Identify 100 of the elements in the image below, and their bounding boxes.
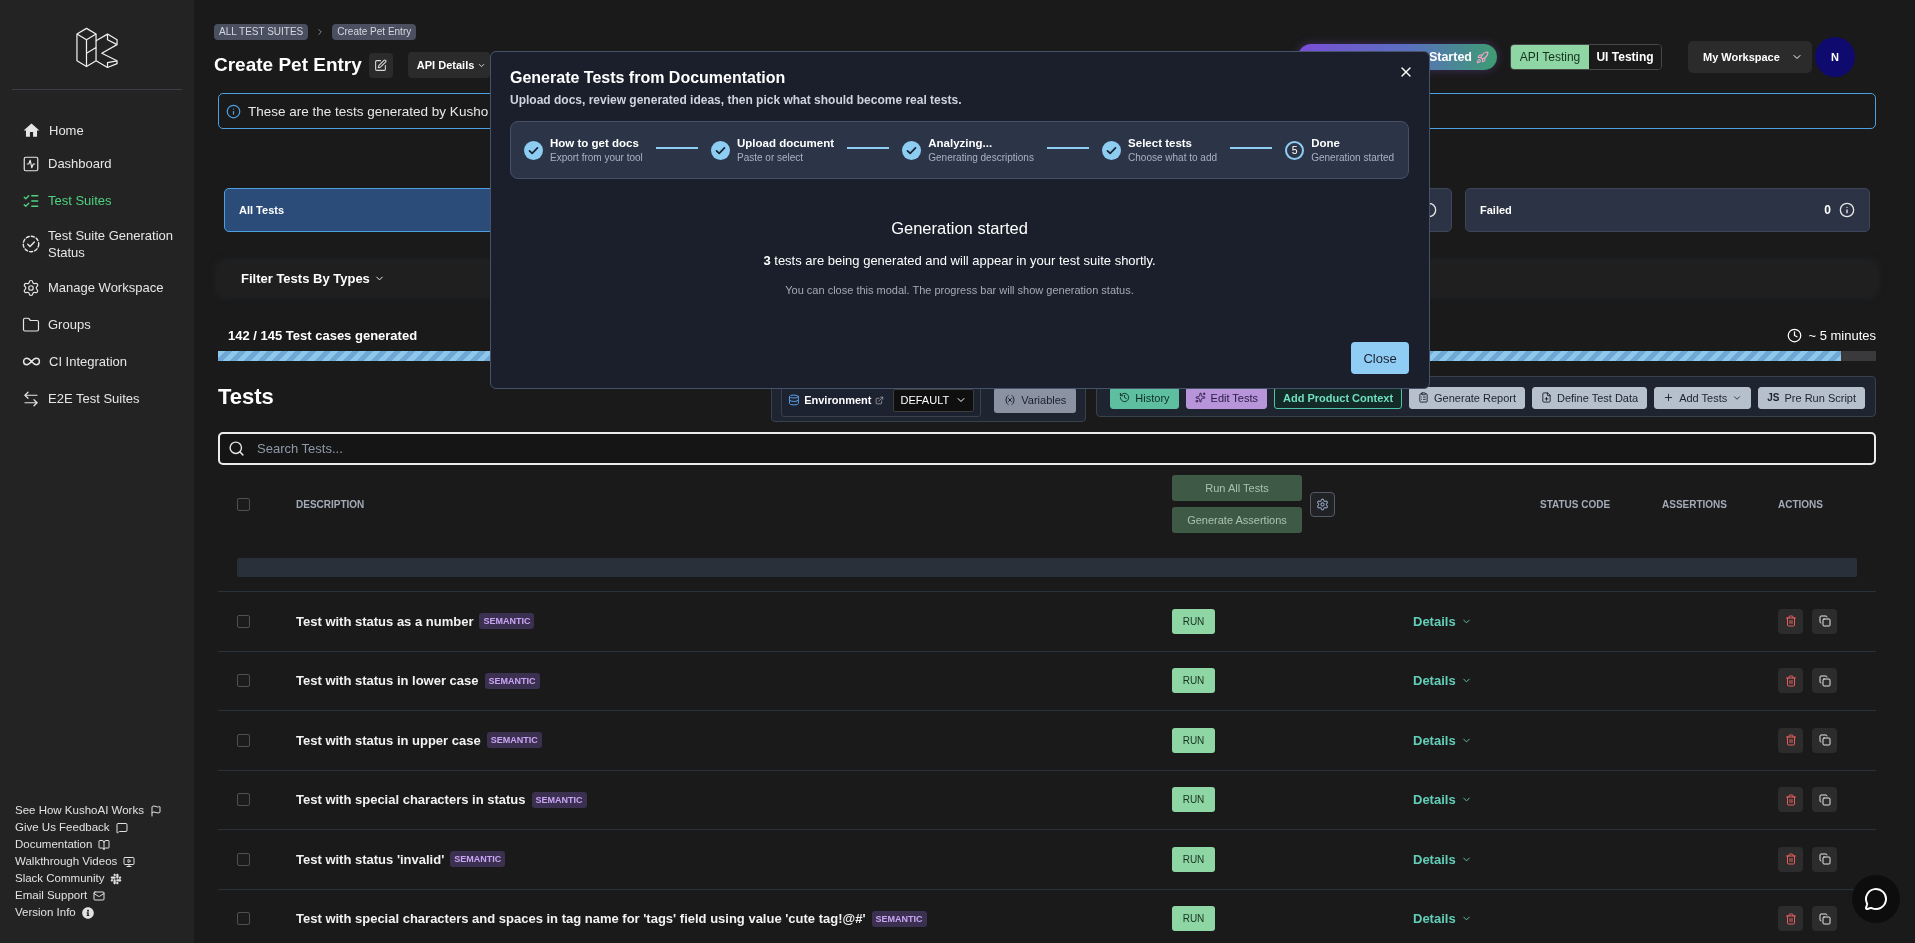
environment-label: Environment: [804, 394, 872, 406]
filter-dropdown[interactable]: Filter Tests By Types: [241, 271, 385, 286]
toolbar-button[interactable]: Define Test Data: [1532, 386, 1648, 409]
help-link[interactable]: See How KushoAI Works: [15, 802, 162, 819]
nav-item[interactable]: Test Suites: [0, 182, 194, 219]
trash-icon: [1784, 912, 1797, 925]
run-button[interactable]: RUN: [1172, 608, 1215, 634]
js-label: JS: [1767, 392, 1780, 403]
history-icon: [1119, 392, 1131, 403]
nav-item[interactable]: Test Suite Generation Status: [0, 219, 194, 269]
details-toggle[interactable]: Details: [1413, 673, 1472, 689]
nav-item[interactable]: Manage Workspace: [0, 269, 194, 306]
copy-button[interactable]: [1812, 787, 1837, 813]
clipboard-icon: [1418, 392, 1430, 403]
delete-button[interactable]: [1778, 668, 1803, 694]
breadcrumb-link[interactable]: ALL TEST SUITES: [214, 24, 309, 40]
checkbox[interactable]: [237, 497, 250, 511]
details-toggle[interactable]: Details: [1413, 851, 1472, 867]
trash-icon: [1784, 793, 1797, 806]
copy-button[interactable]: [1812, 608, 1837, 634]
workspace-dropdown[interactable]: My Workspace: [1688, 41, 1812, 73]
delete-button[interactable]: [1778, 906, 1803, 932]
external-link-icon[interactable]: [875, 395, 885, 405]
chat-launcher-button[interactable]: [1852, 875, 1900, 923]
copy-icon: [1818, 912, 1831, 925]
copy-button[interactable]: [1812, 727, 1837, 753]
mode-tab[interactable]: API Testing: [1511, 45, 1589, 69]
checkbox[interactable]: [237, 852, 250, 866]
column-header: ACTIONS: [1778, 498, 1824, 510]
progress-label: 142 / 145 Test cases generated: [228, 327, 418, 343]
column-header: DESCRIPTION: [296, 498, 366, 510]
copy-button[interactable]: [1812, 668, 1837, 694]
user-avatar[interactable]: N: [1815, 37, 1855, 77]
help-link[interactable]: Walkthrough Videos: [15, 853, 136, 870]
api-details-dropdown[interactable]: API Details: [407, 52, 490, 78]
search-field[interactable]: Search Tests...: [218, 432, 1876, 465]
help-link[interactable]: Version Info: [15, 904, 94, 921]
help-link[interactable]: Slack Community: [15, 870, 123, 887]
copy-icon: [1818, 615, 1831, 628]
test-description: Test with status 'invalid': [296, 851, 445, 867]
help-link[interactable]: Give Us Feedback: [15, 819, 128, 836]
nav-item[interactable]: E2E Test Suites: [0, 380, 194, 417]
section-title: Tests: [218, 384, 274, 410]
toolbar-button[interactable]: Add Tests: [1654, 386, 1752, 409]
nav-item[interactable]: Dashboard: [0, 145, 194, 182]
nav-item[interactable]: Groups: [0, 306, 194, 343]
delete-button[interactable]: [1778, 787, 1803, 813]
run-button[interactable]: RUN: [1172, 668, 1215, 694]
mail-icon: [93, 889, 106, 902]
checkbox[interactable]: [237, 733, 250, 747]
rocket-icon: [1476, 50, 1489, 64]
breadcrumb-link[interactable]: Create Pet Entry: [332, 24, 417, 40]
delete-button[interactable]: [1778, 608, 1803, 634]
test-type-tag: SEMANTIC: [871, 910, 927, 927]
variables-button[interactable]: Variables: [994, 387, 1077, 413]
delete-button[interactable]: [1778, 727, 1803, 753]
run-button[interactable]: RUN: [1172, 787, 1215, 813]
toolbar-button[interactable]: JS Pre Run Script: [1758, 386, 1865, 409]
details-toggle[interactable]: Details: [1413, 732, 1472, 748]
delete-button[interactable]: [1778, 846, 1803, 872]
status-message: 3 tests are being generated and will appear in your test suite shortly.: [763, 253, 1156, 268]
checkbox[interactable]: [237, 793, 250, 807]
help-link[interactable]: Documentation: [15, 836, 111, 853]
step-connector: [1230, 147, 1273, 149]
step-subtitle: Generation started: [1311, 152, 1395, 163]
details-toggle[interactable]: Details: [1413, 613, 1472, 629]
test-description: Test with status in upper case: [296, 732, 481, 748]
video-play-icon: [123, 855, 136, 868]
edit-button[interactable]: [368, 52, 393, 78]
toolbar-button[interactable]: Generate Report: [1409, 386, 1525, 409]
stat-label: All Tests: [239, 204, 285, 216]
test-type-tag: SEMANTIC: [484, 672, 540, 689]
close-dialog-button[interactable]: Close: [1351, 342, 1409, 374]
stat-card[interactable]: Failed 0: [1465, 188, 1870, 232]
checkbox[interactable]: [237, 674, 250, 688]
run-button[interactable]: RUN: [1172, 727, 1215, 753]
help-link[interactable]: Email Support: [15, 887, 106, 904]
test-type-tag: SEMANTIC: [479, 613, 535, 630]
clock-icon: [1787, 327, 1803, 343]
step-title: Select tests: [1128, 137, 1193, 149]
run-button[interactable]: RUN: [1172, 846, 1215, 872]
status-heading: Generation started: [891, 219, 1028, 238]
trash-icon: [1784, 615, 1797, 628]
nav-item[interactable]: Home: [0, 113, 194, 145]
details-toggle[interactable]: Details: [1413, 792, 1472, 808]
environment-dropdown[interactable]: DEFAULT: [893, 388, 975, 412]
info-icon: [81, 906, 94, 919]
run-button[interactable]: RUN: [1172, 906, 1215, 932]
nav-item[interactable]: CI Integration: [0, 343, 194, 380]
copy-icon: [1818, 734, 1831, 747]
eta-text: ~ 5 minutes: [1808, 327, 1876, 343]
status-note: You can close this modal. The progress bar will show generation status.: [785, 284, 1134, 296]
checkbox[interactable]: [237, 614, 250, 628]
details-toggle[interactable]: Details: [1413, 911, 1472, 927]
settings-button[interactable]: [1310, 491, 1335, 517]
step-connector: [655, 147, 698, 149]
test-description: Test with status in lower case: [296, 673, 479, 689]
copy-button[interactable]: [1812, 846, 1837, 872]
checkbox[interactable]: [237, 912, 250, 926]
copy-button[interactable]: [1812, 906, 1837, 932]
